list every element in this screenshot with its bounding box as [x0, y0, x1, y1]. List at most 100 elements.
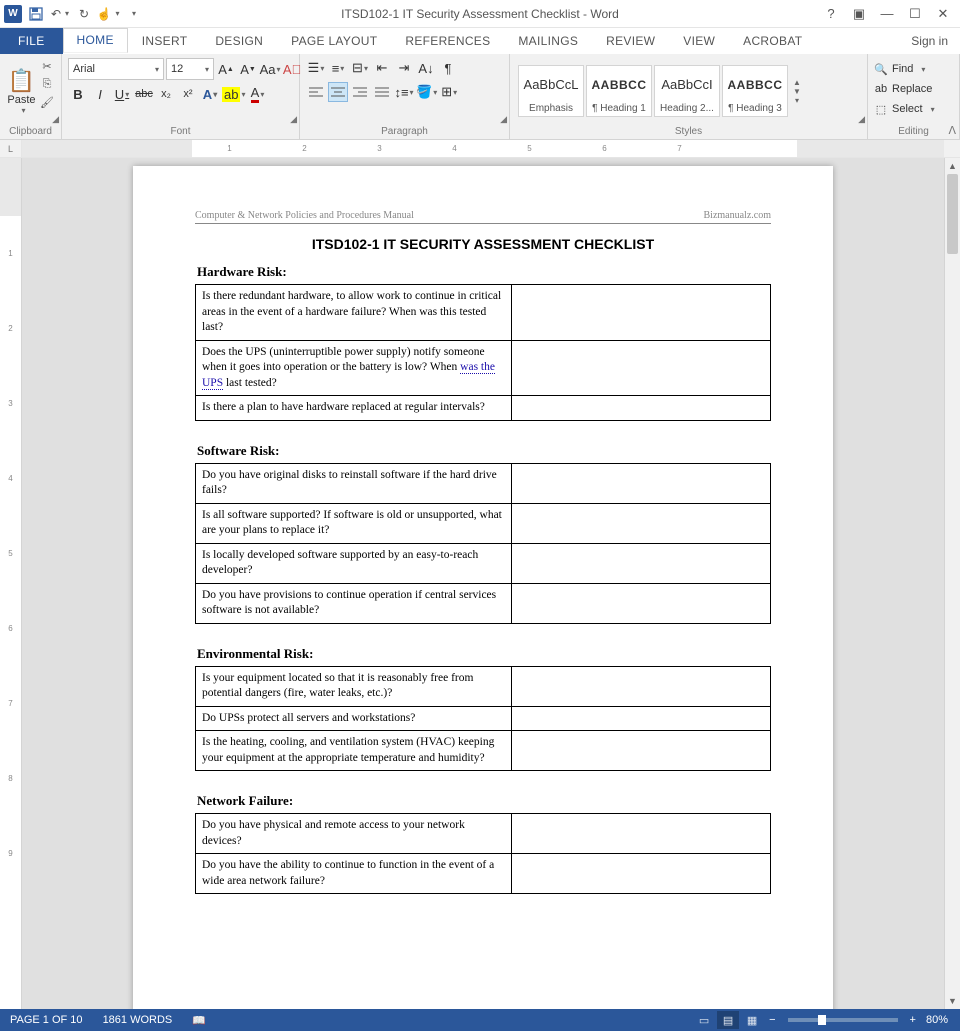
copy-icon[interactable]: ⎘ — [39, 76, 55, 92]
superscript-button[interactable]: x² — [178, 84, 198, 104]
tab-design[interactable]: DESIGN — [201, 28, 277, 54]
section-heading: Environmental Risk: — [195, 646, 771, 662]
status-page[interactable]: PAGE 1 OF 10 — [0, 1014, 93, 1026]
table-row: Is your equipment located so that it is … — [196, 666, 771, 706]
paragraph-launcher-icon[interactable]: ◢ — [500, 114, 507, 125]
tab-file[interactable]: FILE — [0, 28, 63, 54]
tab-view[interactable]: VIEW — [669, 28, 729, 54]
zoom-level[interactable]: 80% — [922, 1014, 952, 1026]
redo-icon[interactable]: ↻ — [74, 4, 94, 24]
numbering-icon[interactable]: ≡▾ — [328, 58, 348, 78]
tab-acrobat[interactable]: ACROBAT — [729, 28, 816, 54]
underline-button[interactable]: U▾ — [112, 84, 132, 104]
select-button[interactable]: ⬚Select▾ — [874, 100, 953, 118]
tab-insert[interactable]: INSERT — [128, 28, 202, 54]
justify-icon[interactable] — [372, 82, 392, 102]
font-size-select[interactable]: 12▾ — [166, 58, 214, 80]
text-effects-icon[interactable]: A▾ — [200, 84, 220, 104]
strikethrough-button[interactable]: abc — [134, 84, 154, 104]
shrink-font-icon[interactable]: A▼ — [238, 59, 258, 79]
align-center-icon[interactable] — [328, 82, 348, 102]
ribbon: 📋 Paste ▾ ✂ ⎘ 🖌 Clipboard ◢ Arial▾ 12▾ A… — [0, 54, 960, 140]
group-font: Arial▾ 12▾ A▲ A▼ Aa▾ A⃠ B I U▾ abc x₂ x²… — [62, 54, 300, 139]
borders-icon[interactable]: ⊞▾ — [439, 82, 459, 102]
sort-icon[interactable]: A↓ — [416, 58, 436, 78]
close-icon[interactable]: ✕ — [930, 4, 956, 24]
zoom-out-icon[interactable]: − — [765, 1014, 779, 1026]
increase-indent-icon[interactable]: ⇥ — [394, 58, 414, 78]
find-button[interactable]: 🔍Find▾ — [874, 60, 953, 78]
multilevel-list-icon[interactable]: ⊟▾ — [350, 58, 370, 78]
font-color-icon[interactable]: A▾ — [247, 84, 267, 104]
subscript-button[interactable]: x₂ — [156, 84, 176, 104]
sign-in-link[interactable]: Sign in — [899, 28, 960, 54]
styles-launcher-icon[interactable]: ◢ — [858, 114, 865, 125]
grow-font-icon[interactable]: A▲ — [216, 59, 236, 79]
qat-customize-icon[interactable]: ▾ — [122, 4, 142, 24]
clipboard-launcher-icon[interactable]: ◢ — [52, 114, 59, 125]
group-styles: AaBbCcLEmphasisAABBCC¶ Heading 1AaBbCcIH… — [510, 54, 868, 139]
tab-references[interactable]: REFERENCES — [391, 28, 504, 54]
horizontal-ruler[interactable]: 1234567 — [22, 140, 944, 157]
section-heading: Hardware Risk: — [195, 264, 771, 280]
question-cell: Is all software supported? If software i… — [196, 503, 512, 543]
minimize-icon[interactable]: — — [874, 4, 900, 24]
format-painter-icon[interactable]: 🖌 — [39, 94, 55, 110]
tab-review[interactable]: REVIEW — [592, 28, 669, 54]
maximize-icon[interactable]: ☐ — [902, 4, 928, 24]
shading-icon[interactable]: 🪣▾ — [416, 82, 437, 102]
change-case-icon[interactable]: Aa▾ — [260, 59, 280, 79]
scroll-thumb[interactable] — [947, 174, 958, 254]
undo-icon[interactable]: ↶▾ — [50, 4, 70, 24]
web-layout-icon[interactable]: ▦ — [741, 1011, 763, 1029]
align-left-icon[interactable] — [306, 82, 326, 102]
vertical-scrollbar[interactable]: ▲ ▼ — [944, 158, 960, 1009]
decrease-indent-icon[interactable]: ⇤ — [372, 58, 392, 78]
style-item[interactable]: AaBbCcIHeading 2... — [654, 65, 720, 117]
group-label-editing: Editing — [874, 124, 953, 137]
highlight-icon[interactable]: ab▾ — [222, 84, 245, 104]
paste-button[interactable]: 📋 Paste ▾ — [6, 58, 37, 124]
line-spacing-icon[interactable]: ↕≡▾ — [394, 82, 414, 102]
show-marks-icon[interactable]: ¶ — [438, 58, 458, 78]
style-item[interactable]: AABBCC¶ Heading 1 — [586, 65, 652, 117]
document-canvas[interactable]: Computer & Network Policies and Procedur… — [22, 158, 944, 1009]
tab-home[interactable]: HOME — [63, 28, 128, 54]
bold-button[interactable]: B — [68, 84, 88, 104]
style-item[interactable]: AABBCC¶ Heading 3 — [722, 65, 788, 117]
tab-mailings[interactable]: MAILINGS — [504, 28, 592, 54]
scroll-down-icon[interactable]: ▼ — [945, 993, 960, 1009]
bullets-icon[interactable]: ☰▾ — [306, 58, 326, 78]
answer-cell — [512, 666, 771, 706]
group-paragraph: ☰▾ ≡▾ ⊟▾ ⇤ ⇥ A↓ ¶ ↕≡▾ 🪣▾ ⊞▾ Paragraph ◢ — [300, 54, 510, 139]
replace-button[interactable]: abReplace — [874, 80, 953, 98]
zoom-slider[interactable] — [788, 1018, 898, 1022]
font-launcher-icon[interactable]: ◢ — [290, 114, 297, 125]
question-cell: Does the UPS (uninterruptible power supp… — [196, 340, 512, 396]
question-cell: Is the heating, cooling, and ventilation… — [196, 731, 512, 771]
collapse-ribbon-icon[interactable]: ᐱ — [948, 124, 956, 137]
zoom-thumb[interactable] — [818, 1015, 826, 1025]
print-layout-icon[interactable]: ▤ — [717, 1011, 739, 1029]
italic-button[interactable]: I — [90, 84, 110, 104]
read-mode-icon[interactable]: ▭ — [693, 1011, 715, 1029]
scroll-up-icon[interactable]: ▲ — [945, 158, 960, 174]
tab-page-layout[interactable]: PAGE LAYOUT — [277, 28, 391, 54]
tab-selector-icon[interactable]: L — [0, 140, 22, 157]
help-icon[interactable]: ? — [818, 4, 844, 24]
zoom-in-icon[interactable]: + — [906, 1014, 920, 1026]
vertical-ruler[interactable]: 123456789 — [0, 158, 22, 1009]
table-row: Is there a plan to have hardware replace… — [196, 396, 771, 421]
styles-more-icon[interactable]: ▲▼▾ — [790, 78, 804, 105]
save-icon[interactable] — [26, 4, 46, 24]
font-name-select[interactable]: Arial▾ — [68, 58, 164, 80]
cut-icon[interactable]: ✂ — [39, 58, 55, 74]
align-right-icon[interactable] — [350, 82, 370, 102]
ruler-row: L 1234567 — [0, 140, 960, 158]
status-proofing-icon[interactable]: 📖 — [182, 1014, 216, 1027]
scroll-track[interactable] — [945, 174, 960, 993]
ribbon-display-icon[interactable]: ▣ — [846, 4, 872, 24]
touch-mode-icon[interactable]: ☝▾ — [98, 4, 118, 24]
style-item[interactable]: AaBbCcLEmphasis — [518, 65, 584, 117]
status-words[interactable]: 1861 WORDS — [93, 1014, 183, 1026]
